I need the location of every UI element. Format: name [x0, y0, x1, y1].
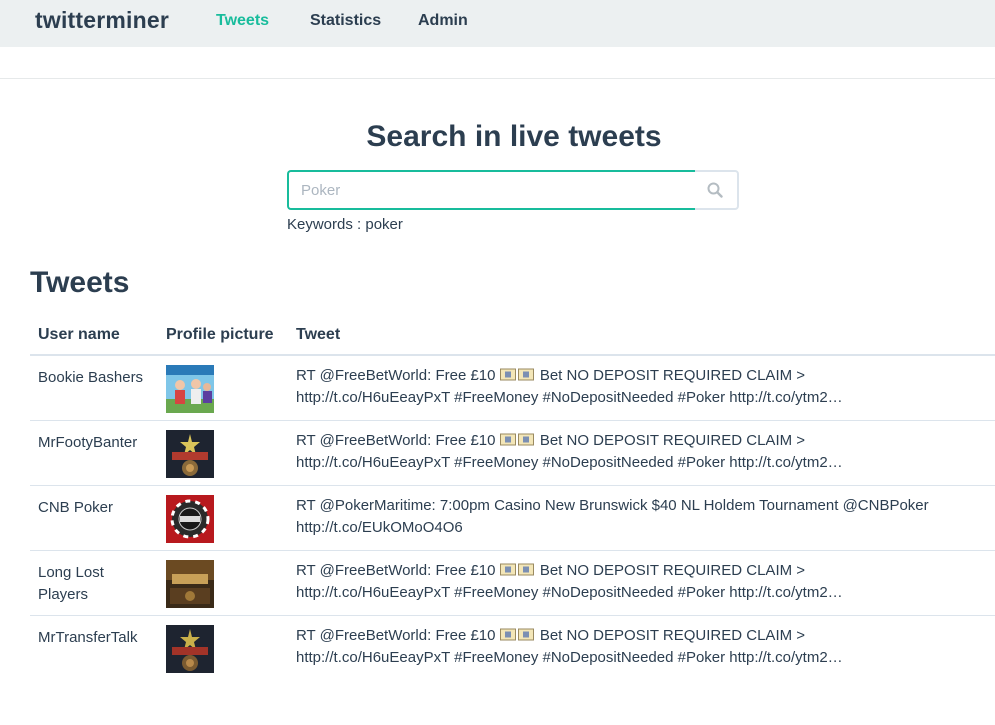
nav-tweets[interactable]: Tweets: [216, 12, 269, 30]
user-name: MrFootyBanter: [38, 434, 138, 451]
nav-admin[interactable]: Admin: [418, 12, 468, 30]
navbar: twitterminer Tweets Statistics Admin: [0, 0, 995, 47]
tweet-text: RT @FreeBetWorld: Free £10 Bet NO DEPOSI…: [296, 561, 843, 601]
money-emoji-icon: [499, 431, 516, 446]
money-emoji-icon: [499, 626, 516, 641]
column-header-tweet: Tweet: [296, 326, 341, 343]
money-emoji-icon: [517, 626, 534, 641]
money-emoji-icon: [517, 366, 534, 381]
user-name: Bookie Bashers: [38, 369, 144, 386]
search-input[interactable]: [287, 170, 695, 210]
user-name: MrTransferTalk: [38, 629, 138, 646]
user-name: Long Lost Players: [38, 564, 104, 603]
keywords-label: Keywords : poker: [287, 216, 403, 233]
tweet-text: RT @FreeBetWorld: Free £10 Bet NO DEPOSI…: [296, 431, 843, 471]
money-emoji-icon: [499, 561, 516, 576]
profile-picture: [166, 430, 214, 478]
table-row: Long Lost Players RT @FreeBetWorld: Free…: [30, 551, 995, 616]
money-emoji-icon: [517, 561, 534, 576]
tweet-text: RT @FreeBetWorld: Free £10 Bet NO DEPOSI…: [296, 626, 843, 666]
table-row: Bookie Bashers RT @FreeBetWorld: Free £1…: [30, 356, 995, 421]
tweets-table: User name Profile picture Tweet Bookie B…: [30, 318, 995, 680]
column-header-user: User name: [38, 326, 120, 343]
tweets-heading: Tweets: [30, 266, 130, 299]
search-icon: [707, 182, 723, 198]
table-row: MrFootyBanter RT @FreeBetWorld: Free £10…: [30, 421, 995, 486]
search-box: [287, 170, 739, 210]
column-header-picture: Profile picture: [166, 326, 274, 343]
search-title: Search in live tweets: [366, 120, 662, 153]
table-row: CNB Poker RT @PokerMaritime: 7:00pm Casi…: [30, 486, 995, 551]
tweet-text: RT @FreeBetWorld: Free £10 Bet NO DEPOSI…: [296, 366, 843, 406]
money-emoji-icon: [517, 431, 534, 446]
profile-picture: [166, 625, 214, 673]
brand-logo[interactable]: twitterminer: [35, 7, 169, 34]
profile-picture: [166, 560, 214, 608]
table-header: User name Profile picture Tweet: [30, 318, 995, 356]
money-emoji-icon: [499, 366, 516, 381]
header-divider: [0, 78, 995, 79]
user-name: CNB Poker: [38, 499, 114, 516]
profile-picture: [166, 495, 214, 543]
nav-statistics[interactable]: Statistics: [310, 12, 381, 30]
tweet-text: RT @PokerMaritime: 7:00pm Casino New Bru…: [296, 497, 929, 536]
table-row: MrTransferTalk RT @FreeBetWorld: Free £1…: [30, 616, 995, 680]
search-button[interactable]: [693, 170, 737, 210]
profile-picture: [166, 365, 214, 413]
